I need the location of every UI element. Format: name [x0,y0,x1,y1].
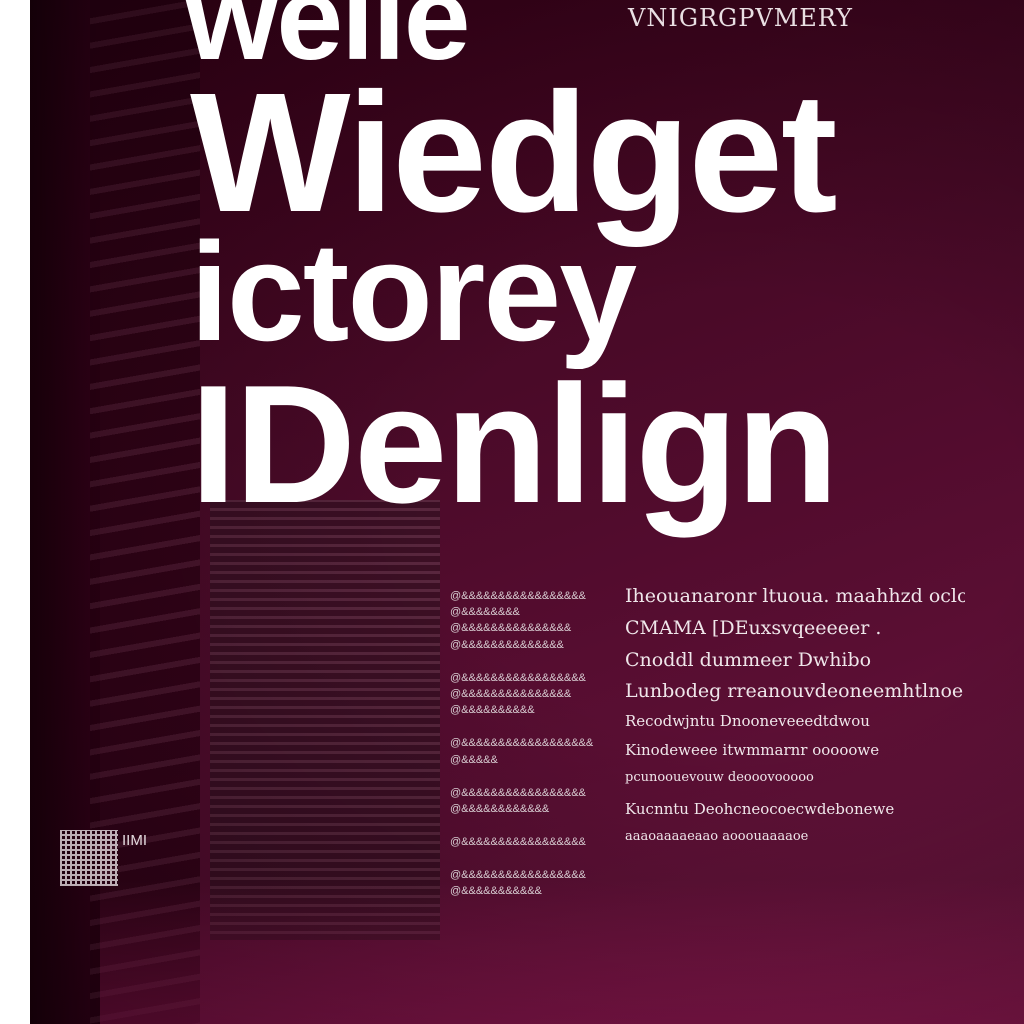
left-line: @&&&&&&&&&&&&&&&&& [450,786,586,799]
left-column-text: @&&&&&&&&&&&&&&&&& @&&&&&&&& @&&&&&&&&&&… [450,590,600,902]
right-line: Lunbodeg rreanouvdeoneemhtlnoe [625,680,964,703]
right-line: Iheouanaronr ltuoua. maahhzd oclol [625,585,965,607]
right-line: Recodwjntu Dnooneveeedtdwou [625,712,870,730]
left-line: @&&&&&&&&&&&&&&& [450,687,572,700]
headline-line-4: IDenlign [190,350,839,538]
headline-line-3: ictorey [190,213,637,370]
left-line: @&&&&&&&&&&&&&&&&& [450,869,586,882]
left-line: @&&&&&&&&&&&&&&&&& [450,590,586,602]
right-line: Cnoddl dummeer Dwhibo [625,648,872,671]
left-line: @&&&&& [450,753,498,766]
qr-label: IIMI [122,832,147,849]
right-line: Kucnntu Deohcneocoecwdebonewe [625,799,895,818]
qr-code [60,830,118,886]
left-line: @&&&&&&&&&&&&&&&&& [450,671,586,684]
left-line: @&&&&&&&&&&&&&&& [450,622,572,635]
right-line: CMAMA [DEuxsvqeeeeer . [625,616,882,639]
right-line: Kinodeweee itwmmarnr ooooowe [625,740,880,759]
left-line: @&&&&&&&&&&&&&&&&& [450,836,586,849]
tagline: VNIGRGPVMERY [628,4,853,32]
left-line: @&&&&&&&&&&& [450,885,542,898]
left-line: @&&&&&&&&&&&& [450,802,550,815]
left-line: @&&&&&&&& [450,606,520,619]
left-line: @&&&&&&&&&&&&&& [450,638,564,651]
right-column-text: Iheouanaronr ltuoua. maahhzd oclol CMAMA… [625,585,965,859]
right-line: aaaoaaaaeaao aooouaaaaoe [625,828,809,844]
poster: welle Wiedget ictorey IDenlign VNIGRGPVM… [30,0,1024,1024]
right-line: pcunoouevouw deooovooooo [625,769,814,785]
left-line: @&&&&&&&&&&&&&&&&&& [450,737,594,750]
left-line: @&&&&&&&&&& [450,704,535,717]
